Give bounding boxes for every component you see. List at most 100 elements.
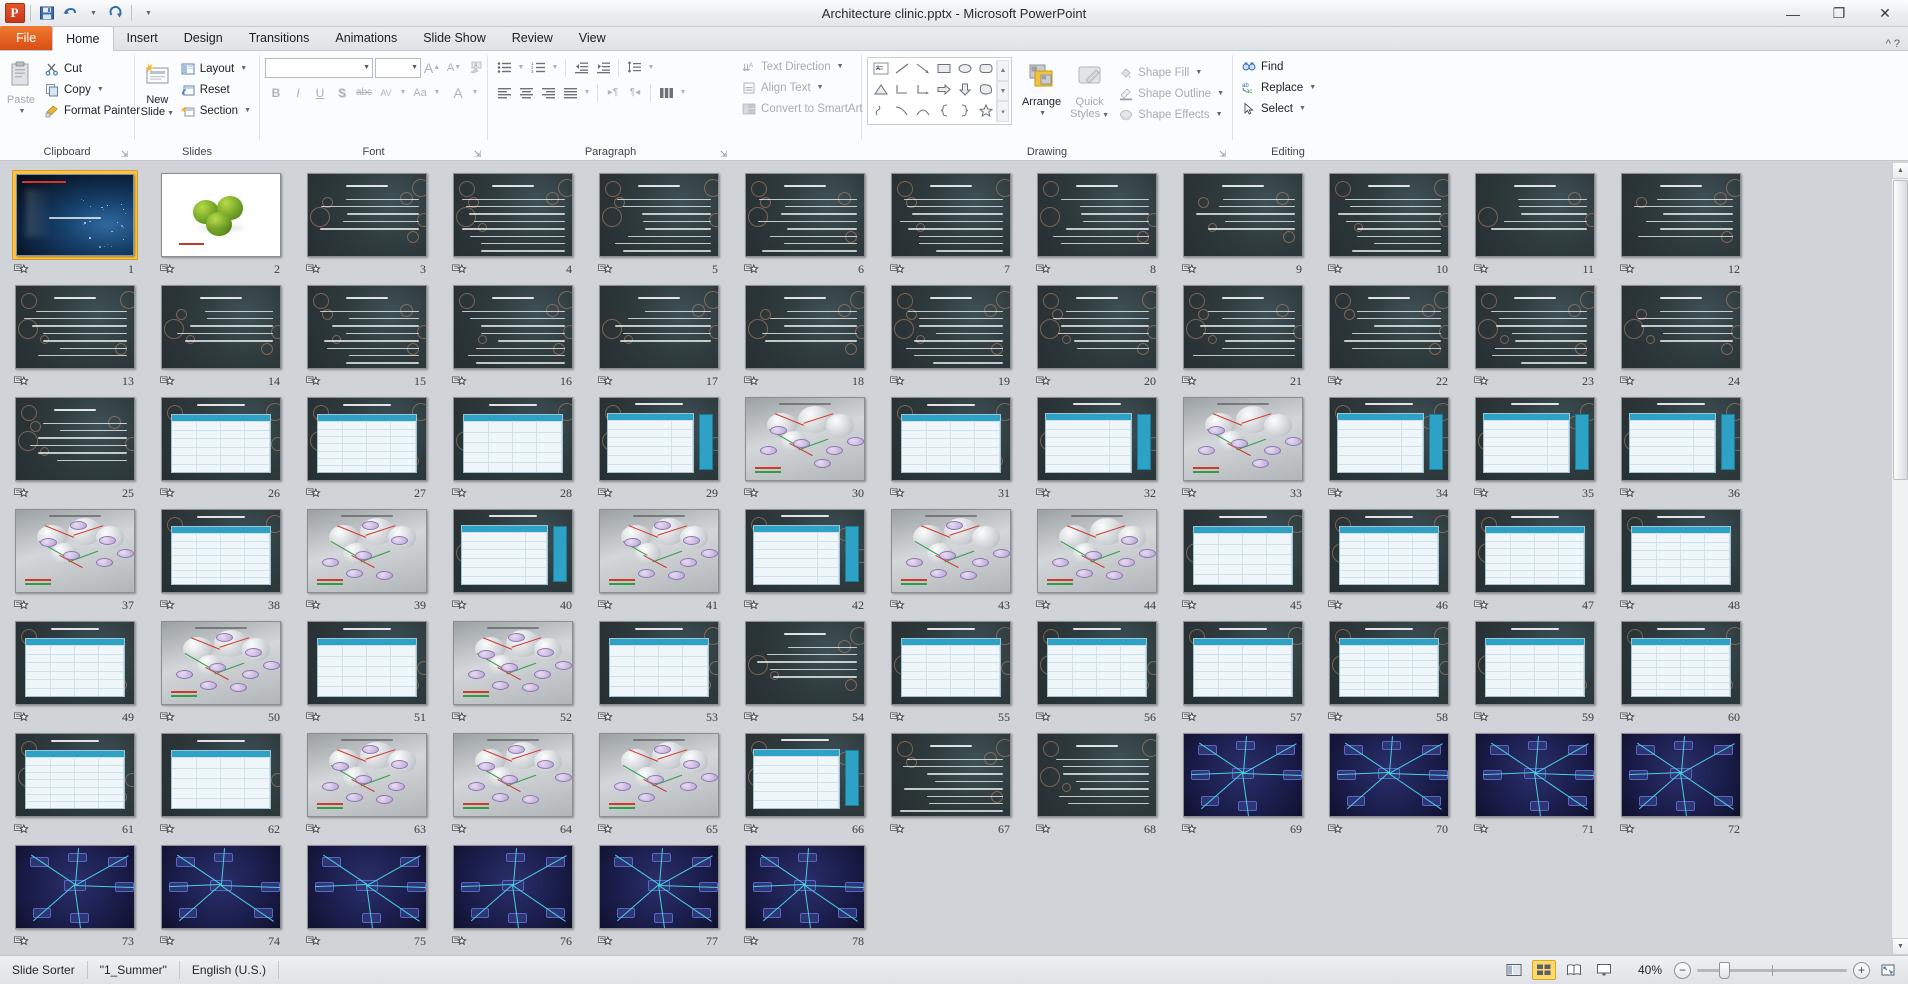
shape-elbow-connector-icon[interactable] xyxy=(894,83,910,101)
slide-cell-60[interactable]: 60 xyxy=(1618,618,1764,730)
slide-thumbnail-65[interactable] xyxy=(596,730,722,820)
slide-show-button[interactable] xyxy=(1592,960,1616,980)
convert-to-smartart-button[interactable]: Convert to SmartArt ▼ xyxy=(738,98,879,119)
slide-thumbnail-62[interactable] xyxy=(158,730,284,820)
slide-thumbnail-59[interactable] xyxy=(1472,618,1598,708)
slide-cell-63[interactable]: 63 xyxy=(304,730,450,842)
slide-cell-22[interactable]: 22 xyxy=(1326,282,1472,394)
slide-cell-25[interactable]: 25 xyxy=(12,394,158,506)
slide-thumbnail-2[interactable] xyxy=(158,170,284,260)
shape-fill-button[interactable]: Shape Fill ▼ xyxy=(1115,62,1227,83)
slide-thumbnail-71[interactable] xyxy=(1472,730,1598,820)
align-center-button[interactable] xyxy=(515,82,537,103)
slide-cell-41[interactable]: 41 xyxy=(596,506,742,618)
slide-cell-34[interactable]: 34 xyxy=(1326,394,1472,506)
character-spacing-dropdown[interactable]: ▼ xyxy=(397,82,409,103)
slide-thumbnail-5[interactable] xyxy=(596,170,722,260)
cut-button[interactable]: Cut xyxy=(41,58,143,79)
tab-slide-show[interactable]: Slide Show xyxy=(410,27,499,50)
shape-triangle-icon[interactable] xyxy=(873,83,889,101)
shape-right-brace-icon[interactable] xyxy=(957,104,973,122)
slide-thumbnail-66[interactable] xyxy=(742,730,868,820)
format-painter-button[interactable]: Format Painter xyxy=(41,100,143,121)
replace-button[interactable]: ab ac Replace ▼ xyxy=(1238,77,1319,98)
underline-button[interactable]: U xyxy=(309,82,331,103)
slide-thumbnail-9[interactable] xyxy=(1180,170,1306,260)
slide-cell-76[interactable]: 76 xyxy=(450,842,596,954)
slide-thumbnail-56[interactable] xyxy=(1034,618,1160,708)
slide-cell-20[interactable]: 20 xyxy=(1034,282,1180,394)
slide-cell-68[interactable]: 68 xyxy=(1034,730,1180,842)
shrink-font-button[interactable]: A ▼ xyxy=(443,57,465,78)
new-slide-button[interactable]: New Slide ▼ xyxy=(140,55,175,120)
bullets-button[interactable] xyxy=(493,57,515,78)
slide-cell-5[interactable]: 5 xyxy=(596,170,742,282)
slide-thumbnail-42[interactable] xyxy=(742,506,868,596)
clipboard-dialog-launcher[interactable]: ⇲ xyxy=(119,146,130,159)
tab-transitions[interactable]: Transitions xyxy=(236,27,323,50)
slide-thumbnail-10[interactable] xyxy=(1326,170,1452,260)
slide-cell-51[interactable]: 51 xyxy=(304,618,450,730)
slide-cell-72[interactable]: 72 xyxy=(1618,730,1764,842)
scrollbar-thumb[interactable] xyxy=(1893,180,1908,480)
slide-cell-64[interactable]: 64 xyxy=(450,730,596,842)
font-color-dropdown[interactable]: ▼ xyxy=(469,82,481,103)
slide-cell-54[interactable]: 54 xyxy=(742,618,888,730)
slide-thumbnail-64[interactable] xyxy=(450,730,576,820)
customize-qat-button[interactable]: ▼ xyxy=(137,3,158,24)
shape-star-icon[interactable] xyxy=(978,103,994,122)
shape-textbox-icon[interactable]: A xyxy=(873,62,889,80)
numbering-button[interactable]: 1 2 3 xyxy=(527,57,549,78)
slide-thumbnail-57[interactable] xyxy=(1180,618,1306,708)
slide-cell-11[interactable]: 11 xyxy=(1472,170,1618,282)
slide-cell-58[interactable]: 58 xyxy=(1326,618,1472,730)
slide-cell-30[interactable]: 30 xyxy=(742,394,888,506)
slide-thumbnail-33[interactable] xyxy=(1180,394,1306,484)
slide-thumbnail-28[interactable] xyxy=(450,394,576,484)
slide-cell-47[interactable]: 47 xyxy=(1472,506,1618,618)
slide-thumbnail-27[interactable] xyxy=(304,394,430,484)
slide-thumbnail-78[interactable] xyxy=(742,842,868,932)
slide-thumbnail-8[interactable] xyxy=(1034,170,1160,260)
slide-thumbnail-1[interactable] xyxy=(12,170,138,260)
slide-cell-37[interactable]: 37 xyxy=(12,506,158,618)
slide-cell-56[interactable]: 56 xyxy=(1034,618,1180,730)
slide-thumbnail-15[interactable] xyxy=(304,282,430,372)
slide-cell-73[interactable]: 73 xyxy=(12,842,158,954)
shapes-gallery[interactable]: A ▲ ▼ ▾ xyxy=(867,57,1012,125)
slide-thumbnail-55[interactable] xyxy=(888,618,1014,708)
shapes-scroll-down-icon[interactable]: ▼ xyxy=(997,80,1009,102)
slide-cell-44[interactable]: 44 xyxy=(1034,506,1180,618)
slide-cell-27[interactable]: 27 xyxy=(304,394,450,506)
minimize-ribbon-icon[interactable]: ^ xyxy=(1886,38,1891,50)
slide-cell-29[interactable]: 29 xyxy=(596,394,742,506)
clear-formatting-button[interactable]: A xyxy=(465,57,487,78)
slide-thumbnail-40[interactable] xyxy=(450,506,576,596)
shape-right-arrow-icon[interactable] xyxy=(936,83,952,101)
shape-down-arrow-icon[interactable] xyxy=(957,83,973,101)
decrease-indent-button[interactable] xyxy=(570,57,592,78)
shape-arrow-icon[interactable] xyxy=(915,62,931,80)
status-language[interactable]: English (U.S.) xyxy=(180,961,279,979)
character-spacing-button[interactable]: AV xyxy=(375,82,397,103)
slide-cell-69[interactable]: 69 xyxy=(1180,730,1326,842)
copy-button[interactable]: Copy ▼ xyxy=(41,79,143,100)
slide-thumbnail-36[interactable] xyxy=(1618,394,1744,484)
restore-button[interactable]: ❐ xyxy=(1816,0,1862,27)
slide-cell-65[interactable]: 65 xyxy=(596,730,742,842)
slide-cell-40[interactable]: 40 xyxy=(450,506,596,618)
grow-font-button[interactable]: A ▲ xyxy=(421,57,443,78)
slide-cell-7[interactable]: 7 xyxy=(888,170,1034,282)
slide-thumbnail-35[interactable] xyxy=(1472,394,1598,484)
rtl-button[interactable]: ¶◂ xyxy=(624,82,646,103)
help-icon[interactable]: ? xyxy=(1894,38,1900,50)
shape-elbow-arrow-icon[interactable] xyxy=(915,83,931,101)
slide-cell-66[interactable]: 66 xyxy=(742,730,888,842)
tab-view[interactable]: View xyxy=(566,27,619,50)
slide-thumbnail-76[interactable] xyxy=(450,842,576,932)
slide-thumbnail-37[interactable] xyxy=(12,506,138,596)
slide-thumbnail-20[interactable] xyxy=(1034,282,1160,372)
shape-scribble-icon[interactable] xyxy=(873,104,889,122)
slide-sorter-pane[interactable]: 1 2 3 4 5 6 7 8 9 10 11 12 13 14 15 16 1… xyxy=(0,162,1908,955)
slide-cell-6[interactable]: 6 xyxy=(742,170,888,282)
